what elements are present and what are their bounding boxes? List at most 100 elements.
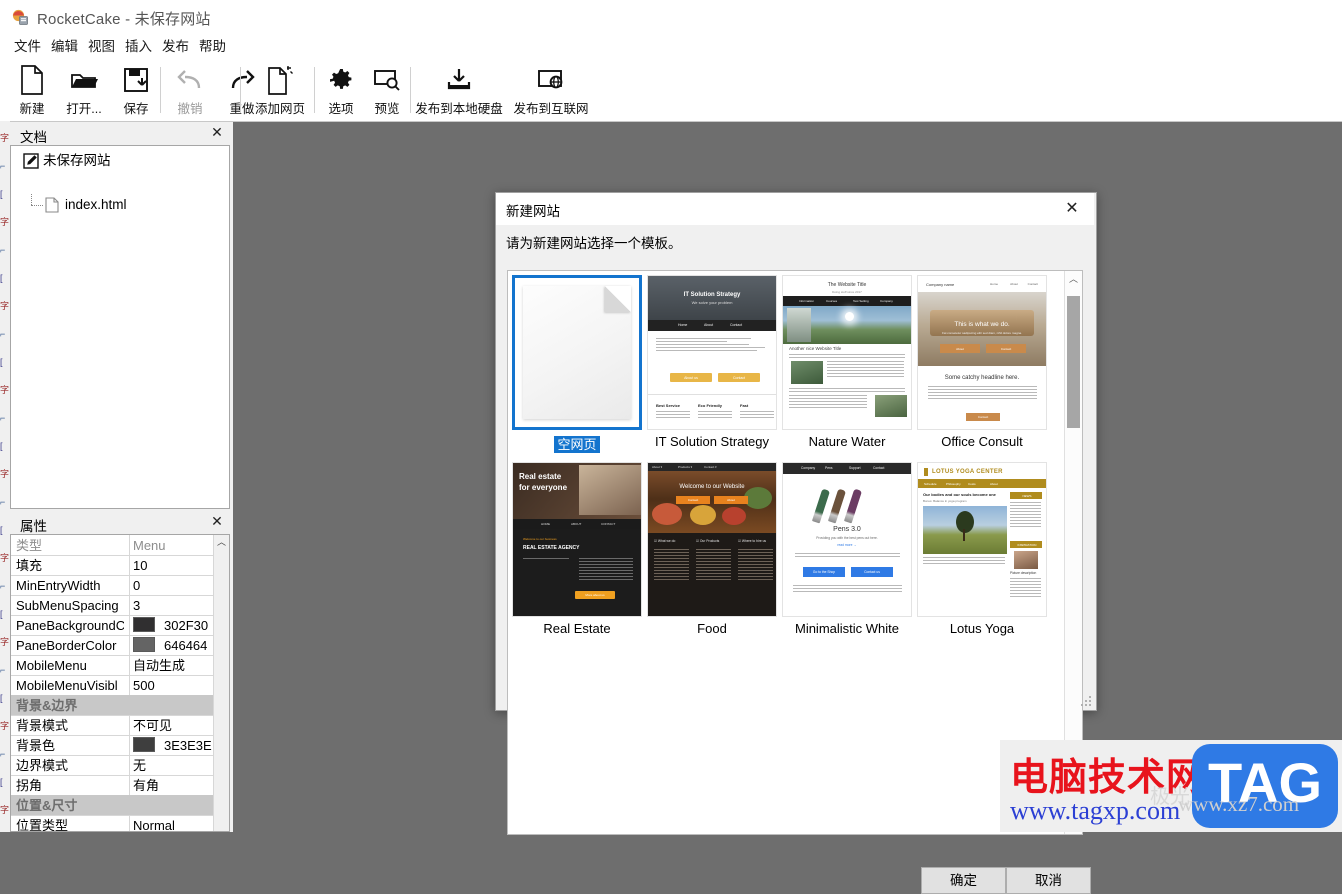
template-gallery[interactable]: 空网页 IT Solution Strategy We solve your pro… bbox=[507, 270, 1083, 835]
property-value[interactable]: 646464 bbox=[133, 637, 214, 655]
chevron-up-icon[interactable]: ︿ bbox=[1065, 271, 1082, 288]
properties-grid[interactable]: 类型 Menu 填充 10 MinEntryWidth 0 SubMenuSpacing 3 P… bbox=[10, 534, 230, 832]
toolbar-save-button[interactable]: 保存 bbox=[110, 61, 162, 119]
property-row[interactable]: 位置类型 Normal bbox=[11, 815, 216, 832]
nav-item[interactable]: Company bbox=[801, 466, 815, 471]
close-icon[interactable]: ✕ bbox=[208, 124, 226, 142]
toolbar-new-button[interactable]: 新建 bbox=[6, 61, 58, 119]
template-cta-button[interactable]: About us bbox=[670, 373, 712, 382]
template-cta-button[interactable]: Contact bbox=[676, 496, 710, 504]
property-value[interactable]: 500 bbox=[133, 677, 214, 695]
property-value[interactable]: 3 bbox=[133, 597, 214, 615]
template-card-yoga[interactable]: LOTUS YOGA CENTER Schedule Philosophy Costs… bbox=[917, 462, 1047, 636]
template-thumbnail[interactable]: IT Solution Strategy We solve your proble… bbox=[647, 275, 777, 430]
template-card-nature[interactable]: The Website Title Doing stuff since 2017 I… bbox=[782, 275, 912, 449]
nav-item[interactable]: ABOUT bbox=[571, 522, 581, 526]
nav-item[interactable]: Contact ▾ bbox=[704, 465, 717, 469]
template-card-blank[interactable]: 空网页 bbox=[512, 275, 642, 453]
template-card-realestate[interactable]: Real estate for everyone HOME ABOUT CONTACT… bbox=[512, 462, 642, 636]
resize-grip[interactable] bbox=[1081, 696, 1093, 708]
template-thumbnail[interactable]: LOTUS YOGA CENTER Schedule Philosophy Costs… bbox=[917, 462, 1047, 617]
template-cta-button[interactable]: Contact us bbox=[851, 567, 893, 577]
close-icon[interactable]: ✕ bbox=[208, 513, 226, 531]
tree-item-index-html[interactable]: index.html bbox=[11, 194, 229, 216]
property-row[interactable]: 类型 Menu bbox=[11, 535, 216, 556]
menu-item-file[interactable]: 文件 bbox=[8, 37, 47, 56]
nav-item[interactable]: Contact bbox=[1028, 282, 1038, 286]
property-value[interactable]: Normal bbox=[133, 817, 214, 832]
template-cta-button[interactable]: More about us bbox=[575, 591, 615, 599]
property-value[interactable]: 0 bbox=[133, 577, 214, 595]
template-cta-button[interactable]: Go to the Shop bbox=[803, 567, 845, 577]
nav-item[interactable]: CONTACT bbox=[601, 522, 615, 526]
nav-item[interactable]: Contact bbox=[730, 323, 742, 328]
tree-item-site[interactable]: 未保存网站 bbox=[11, 150, 229, 172]
menu-item-help[interactable]: 帮助 bbox=[193, 37, 232, 56]
template-thumbnail[interactable]: Company name Home About Contact This is what… bbox=[917, 275, 1047, 430]
chevron-up-icon[interactable]: ︿ bbox=[214, 535, 229, 549]
nav-item[interactable]: Courses bbox=[826, 299, 837, 303]
property-row[interactable]: 边界模式 无 bbox=[11, 755, 216, 776]
toolbar-options-button[interactable]: 选项 bbox=[318, 61, 364, 119]
template-card-it[interactable]: IT Solution Strategy We solve your proble… bbox=[647, 275, 777, 449]
properties-scrollbar[interactable]: ︿ bbox=[213, 535, 229, 831]
toolbar-add-page-button[interactable]: 添加网页 bbox=[244, 61, 316, 119]
template-thumbnail[interactable]: About ▾ Products ▾ Contact ▾ Welcome to our… bbox=[647, 462, 777, 617]
nav-item[interactable]: HOME bbox=[541, 522, 550, 526]
nav-item[interactable]: Support bbox=[849, 466, 861, 471]
property-row[interactable]: MobileMenuVisibl 500 bbox=[11, 675, 216, 696]
property-value[interactable]: 有角 bbox=[133, 777, 214, 795]
toolbar-publish-local-button[interactable]: 发布到本地硬盘 bbox=[412, 61, 506, 119]
color-swatch[interactable] bbox=[133, 637, 155, 652]
property-row[interactable]: MobileMenu 自动生成 bbox=[11, 655, 216, 676]
template-card-office[interactable]: Company name Home About Contact This is what… bbox=[917, 275, 1047, 449]
nav-item[interactable]: About bbox=[704, 323, 713, 328]
menu-item-view[interactable]: 视图 bbox=[82, 37, 121, 56]
property-row[interactable]: 拐角 有角 bbox=[11, 775, 216, 796]
toolbar-preview-button[interactable]: 预览 bbox=[364, 61, 410, 119]
template-cta-button[interactable]: About bbox=[940, 344, 980, 353]
property-value[interactable]: 3E3E3E bbox=[133, 737, 214, 755]
documents-tree[interactable]: 未保存网站 index.html bbox=[10, 145, 230, 509]
property-row[interactable]: PaneBackgroundC 302F30 bbox=[11, 615, 216, 636]
template-thumbnail[interactable] bbox=[512, 275, 642, 430]
cancel-button[interactable]: 取消 bbox=[1006, 867, 1091, 894]
nav-item[interactable]: Home bbox=[678, 323, 687, 328]
template-thumbnail[interactable]: The Website Title Doing stuff since 2017 I… bbox=[782, 275, 912, 430]
property-value[interactable]: 302F30 bbox=[133, 617, 214, 635]
scrollbar-thumb[interactable] bbox=[1067, 296, 1080, 428]
nav-item[interactable]: Costs bbox=[968, 482, 976, 486]
read-more-link[interactable]: read more → bbox=[783, 543, 911, 548]
property-value[interactable]: 无 bbox=[133, 757, 214, 775]
property-value[interactable]: 自动生成 bbox=[133, 657, 214, 675]
property-row[interactable]: 背景色 3E3E3E bbox=[11, 735, 216, 756]
nav-item[interactable]: About ▾ bbox=[652, 465, 662, 469]
color-swatch[interactable] bbox=[133, 737, 155, 752]
template-thumbnail[interactable]: Real estate for everyone HOME ABOUT CONTACT… bbox=[512, 462, 642, 617]
toolbar-open-button[interactable]: 打开... bbox=[58, 61, 110, 119]
menu-item-insert[interactable]: 插入 bbox=[119, 37, 158, 56]
ok-button[interactable]: 确定 bbox=[921, 867, 1006, 894]
menu-item-publish[interactable]: 发布 bbox=[156, 37, 195, 56]
template-cta-button[interactable]: Contact bbox=[986, 344, 1026, 353]
property-row[interactable]: MinEntryWidth 0 bbox=[11, 575, 216, 596]
property-value[interactable]: 不可见 bbox=[133, 717, 214, 735]
template-card-pens[interactable]: Company Pens Support Contact Pens 3.0 Providi… bbox=[782, 462, 912, 636]
nav-item[interactable]: Contact bbox=[873, 466, 884, 471]
nav-item[interactable]: Philosophy bbox=[946, 482, 961, 486]
close-icon[interactable]: ✕ bbox=[1050, 193, 1094, 224]
nav-item[interactable]: About bbox=[1010, 282, 1018, 286]
nav-item[interactable]: Test Setting bbox=[853, 299, 869, 303]
property-row[interactable]: 填充 10 bbox=[11, 555, 216, 576]
nav-item[interactable]: Company bbox=[880, 299, 893, 303]
template-card-food[interactable]: About ▾ Products ▾ Contact ▾ Welcome to our… bbox=[647, 462, 777, 636]
template-cta-button[interactable]: Contact bbox=[966, 413, 1000, 421]
property-row[interactable]: 背景模式 不可见 bbox=[11, 715, 216, 736]
property-value[interactable]: Menu bbox=[133, 537, 214, 555]
property-row[interactable]: SubMenuSpacing 3 bbox=[11, 595, 216, 616]
left-tool-strip[interactable]: 字 ⌐ [ 字 ⌐ [ 字 ⌐ [ 字 ⌐ [ 字 ⌐ [ 字 ⌐ [ 字 ⌐ … bbox=[0, 121, 10, 832]
template-cta-button[interactable]: Contact bbox=[718, 373, 760, 382]
property-value[interactable]: 10 bbox=[133, 557, 214, 575]
toolbar-undo-button[interactable]: 撤销 bbox=[164, 61, 216, 119]
template-thumbnail[interactable]: Company Pens Support Contact Pens 3.0 Providi… bbox=[782, 462, 912, 617]
